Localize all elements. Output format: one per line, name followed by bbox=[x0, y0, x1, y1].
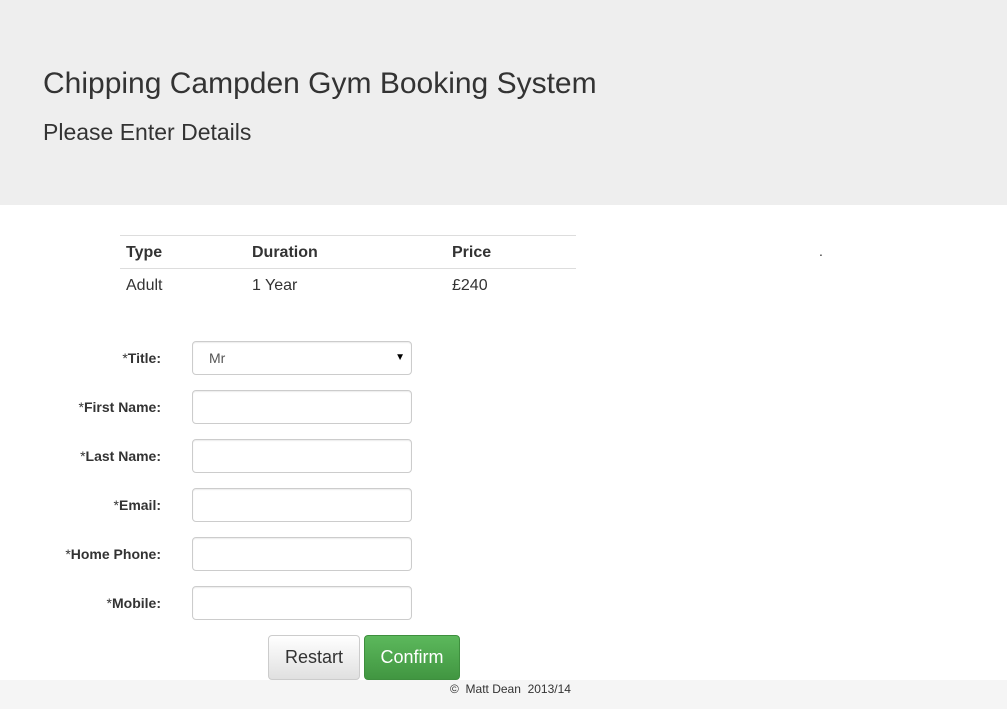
cell-type: Adult bbox=[126, 276, 163, 294]
cell-duration: 1 Year bbox=[252, 276, 298, 294]
title-select-value: Mr bbox=[209, 350, 226, 366]
title-label: *Title: bbox=[122, 350, 161, 366]
email-label: *Email: bbox=[113, 497, 161, 513]
home-phone-label: *Home Phone: bbox=[65, 546, 161, 562]
column-header-price: Price bbox=[446, 235, 576, 269]
form-row-first-name: *First Name: bbox=[0, 390, 480, 424]
form-row-title: *Title: Mr ▼ bbox=[0, 341, 480, 375]
page-footer: © Matt Dean 2013/14 bbox=[0, 680, 1007, 709]
page-title: Chipping Campden Gym Booking System bbox=[43, 67, 597, 100]
page-subtitle: Please Enter Details bbox=[43, 119, 252, 145]
restart-button[interactable]: Restart bbox=[268, 635, 360, 680]
form-row-email: *Email: bbox=[0, 488, 480, 522]
confirm-button[interactable]: Confirm bbox=[364, 635, 460, 680]
stray-dot: . bbox=[819, 243, 823, 259]
table-row: Adult 1 Year £240 bbox=[120, 269, 576, 303]
column-header-type: Type bbox=[120, 235, 246, 269]
table-header-row: Type Duration Price bbox=[120, 235, 576, 269]
home-phone-field[interactable] bbox=[192, 537, 412, 571]
first-name-label: *First Name: bbox=[78, 399, 161, 415]
mobile-field[interactable] bbox=[192, 586, 412, 620]
form-row-mobile: *Mobile: bbox=[0, 586, 480, 620]
form-row-home-phone: *Home Phone: bbox=[0, 537, 480, 571]
title-select[interactable]: Mr ▼ bbox=[192, 341, 412, 375]
column-header-duration: Duration bbox=[246, 235, 446, 269]
email-field[interactable] bbox=[192, 488, 412, 522]
last-name-label: *Last Name: bbox=[80, 448, 161, 464]
page-header: Chipping Campden Gym Booking System Plea… bbox=[0, 0, 1007, 205]
first-name-field[interactable] bbox=[192, 390, 412, 424]
membership-summary-table: Type Duration Price Adult 1 Year £240 bbox=[120, 235, 576, 303]
mobile-label: *Mobile: bbox=[106, 595, 161, 611]
last-name-field[interactable] bbox=[192, 439, 412, 473]
cell-price: £240 bbox=[452, 276, 488, 294]
caret-down-icon: ▼ bbox=[395, 352, 405, 363]
copyright-text: © Matt Dean 2013/14 bbox=[450, 682, 571, 696]
form-row-last-name: *Last Name: bbox=[0, 439, 480, 473]
